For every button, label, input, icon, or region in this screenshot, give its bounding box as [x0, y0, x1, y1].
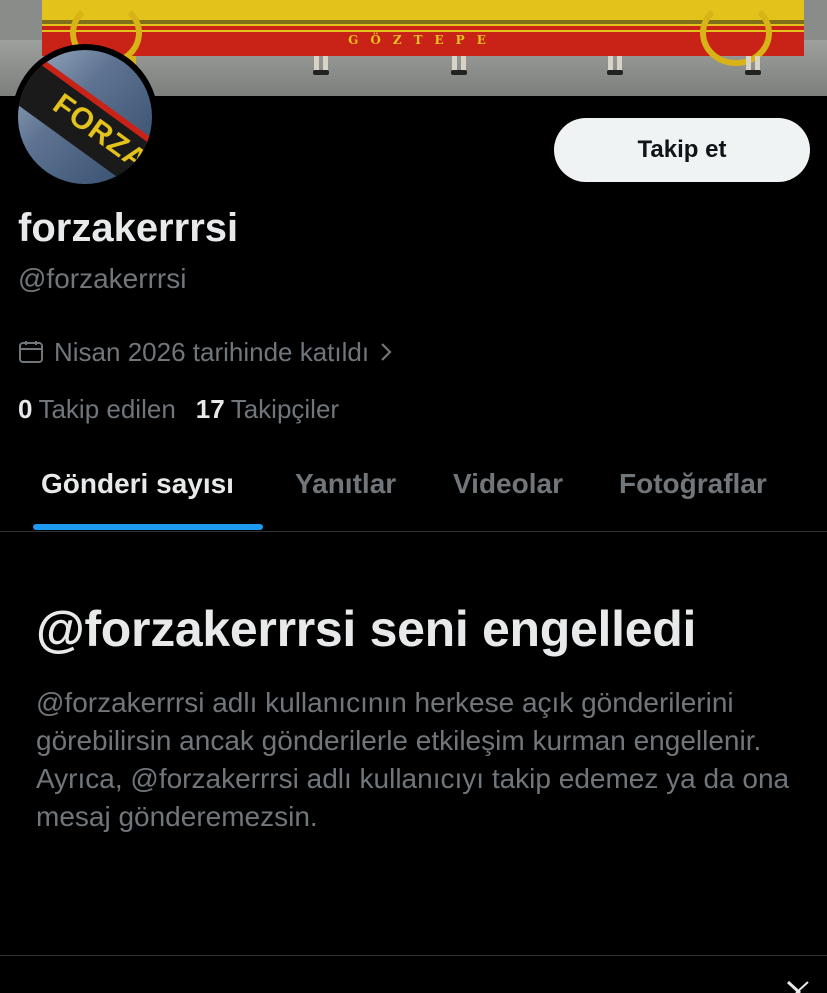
- following-link[interactable]: 0 Takip edilen: [18, 394, 176, 425]
- avatar[interactable]: FORZA: [12, 44, 158, 190]
- banner-flag-text: GÖZTEPE: [348, 33, 498, 47]
- joined-date[interactable]: Nisan 2026 tarihinde katıldı: [18, 334, 393, 370]
- active-tab-indicator: [33, 524, 263, 530]
- followers-label: Takipçiler: [230, 394, 340, 424]
- handle: @forzakerrrsi: [18, 263, 187, 294]
- banner-flag: GÖZTEPE: [42, 0, 804, 56]
- x-logo-icon[interactable]: [786, 980, 810, 993]
- blocked-title: @forzakerrrsi seni engelledi: [36, 601, 697, 657]
- tab-replies[interactable]: Yanıtlar: [295, 468, 396, 500]
- tab-videos[interactable]: Videolar: [453, 468, 563, 500]
- blocked-description: @forzakerrrsi adlı kullanıcının herkese …: [36, 687, 790, 832]
- follow-stats: 0 Takip edilen 17 Takipçiler: [18, 394, 359, 425]
- display-name: forzakerrrsi: [18, 206, 239, 250]
- chevron-right-icon: [381, 343, 392, 361]
- profile-tabs: Gönderi sayısı Yanıtlar Videolar Fotoğra…: [0, 462, 827, 532]
- following-count: 0: [18, 394, 33, 424]
- tabs-divider: [0, 531, 827, 532]
- joined-label: Nisan 2026 tarihinde katıldı: [54, 336, 370, 367]
- bottom-divider: [0, 955, 827, 956]
- follow-button[interactable]: Takip et: [554, 118, 810, 182]
- following-label: Takip edilen: [38, 394, 176, 424]
- tab-photos[interactable]: Fotoğraflar: [619, 468, 767, 500]
- avatar-image: FORZA: [18, 50, 152, 184]
- followers-link[interactable]: 17 Takipçiler: [196, 394, 339, 425]
- calendar-icon: [19, 341, 43, 363]
- followers-count: 17: [195, 394, 225, 424]
- tab-posts[interactable]: Gönderi sayısı: [41, 468, 234, 500]
